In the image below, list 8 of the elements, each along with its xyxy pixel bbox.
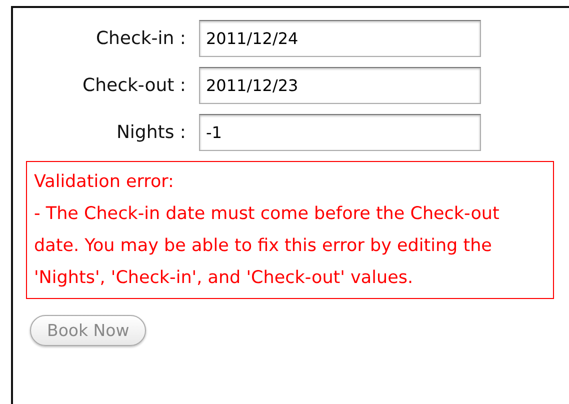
error-message: - The Check-in date must come before the Check-out date. You may be able to fix this error by editing the 'Nights', 'Check-in', and 'Check-out' values. [34, 203, 500, 290]
input-field[interactable]: 2011/12/24 [199, 20, 481, 57]
input-field[interactable]: -1 [199, 114, 481, 151]
input-field[interactable]: 2011/12/23 [199, 67, 481, 104]
field-label: Nights : [115, 122, 186, 143]
field-label: Check-in : [94, 28, 186, 49]
field-label: Check-out : [82, 75, 186, 96]
error-title: Validation error: [34, 171, 175, 194]
